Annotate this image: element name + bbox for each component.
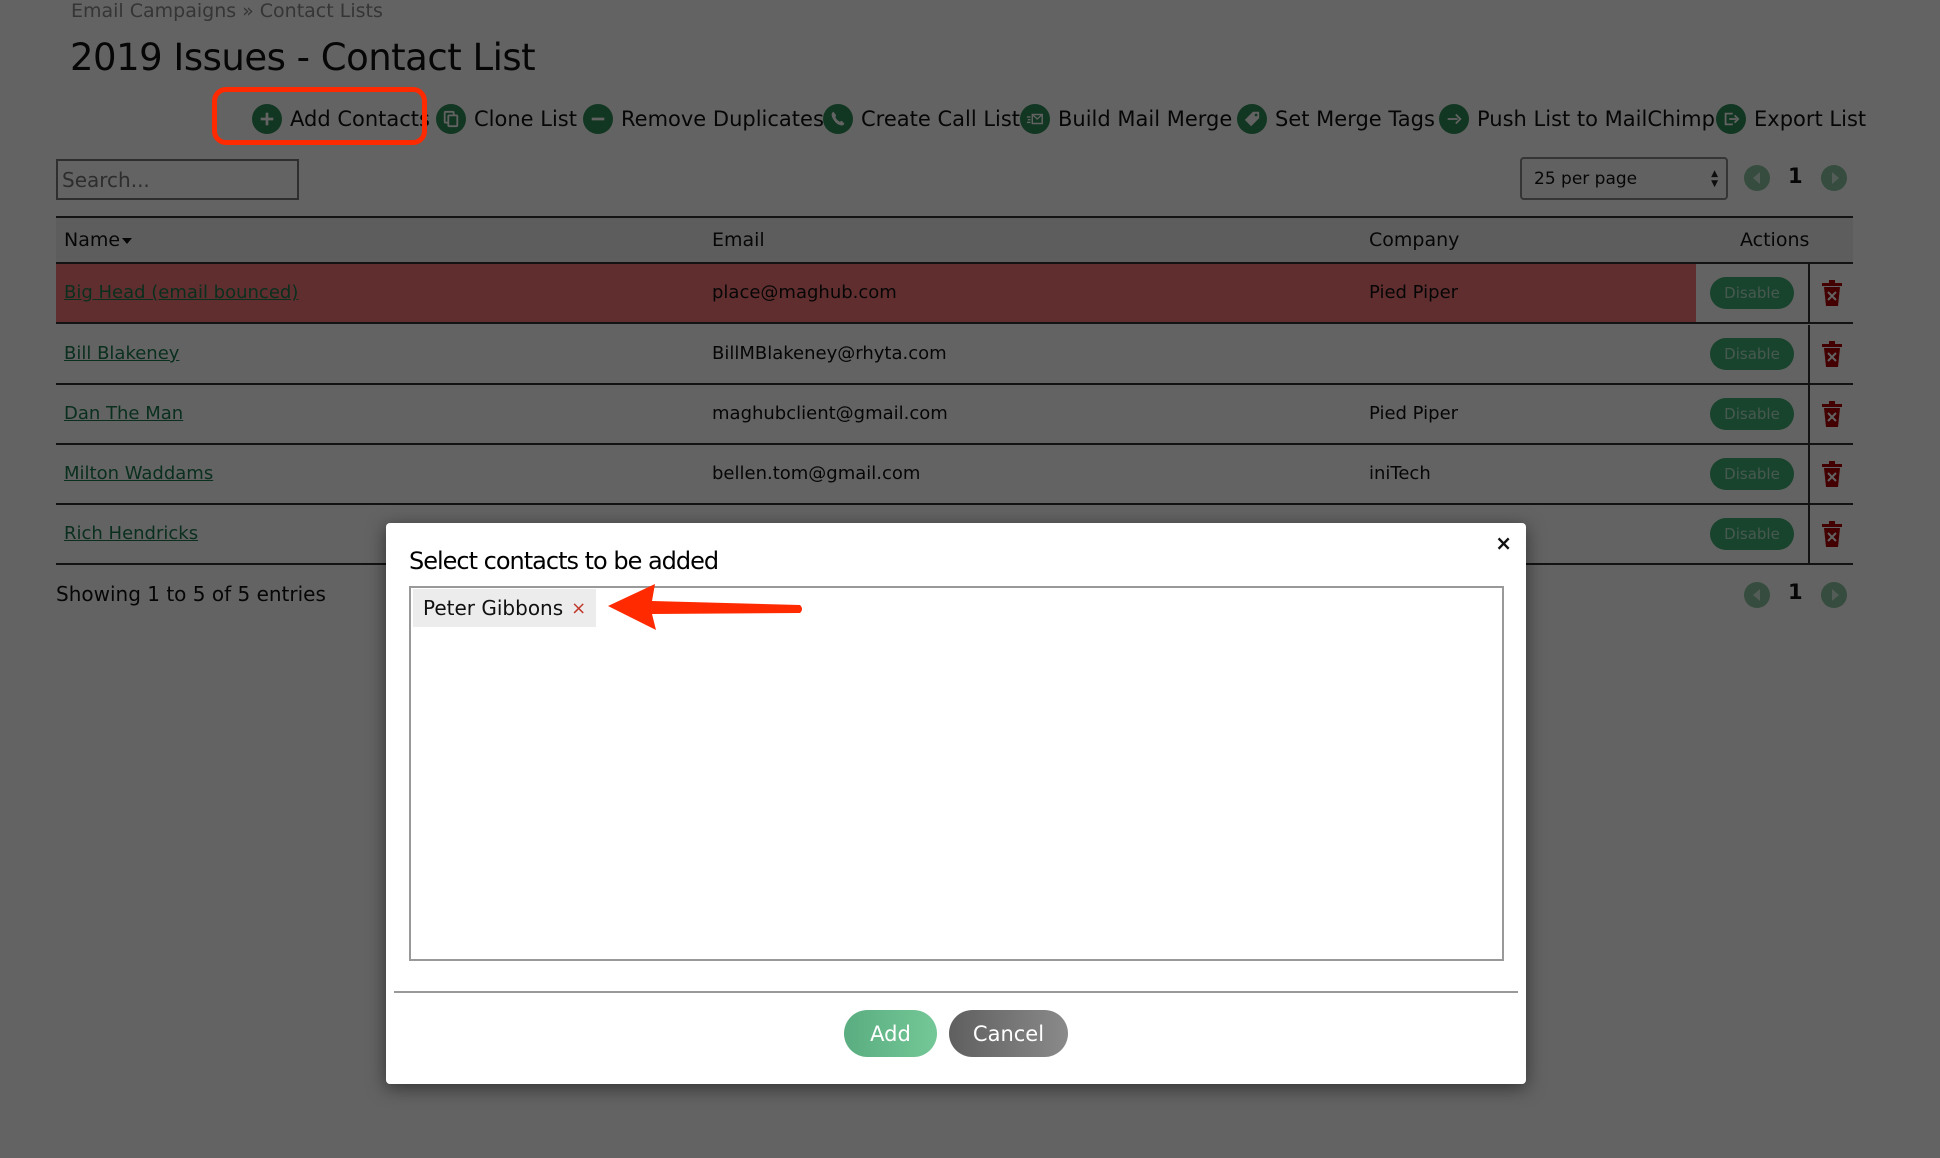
modal-title: Select contacts to be added	[409, 547, 719, 575]
cancel-button[interactable]: Cancel	[949, 1010, 1068, 1057]
remove-tag-icon[interactable]: ×	[571, 598, 586, 619]
close-icon[interactable]: ×	[1495, 533, 1512, 553]
annotation-highlight-box	[212, 87, 427, 145]
add-contacts-modal: × Select contacts to be added Peter Gibb…	[386, 523, 1526, 1084]
selected-contact-label: Peter Gibbons	[423, 596, 564, 620]
contact-list-page: Email Campaigns»Contact Lists 2019 Issue…	[0, 0, 1940, 1158]
modal-divider	[394, 991, 1518, 993]
add-button[interactable]: Add	[844, 1010, 937, 1057]
annotation-arrow-icon	[608, 584, 802, 630]
contacts-multiselect[interactable]: Peter Gibbons ×	[409, 586, 1504, 961]
selected-contact-tag: Peter Gibbons ×	[413, 589, 597, 627]
